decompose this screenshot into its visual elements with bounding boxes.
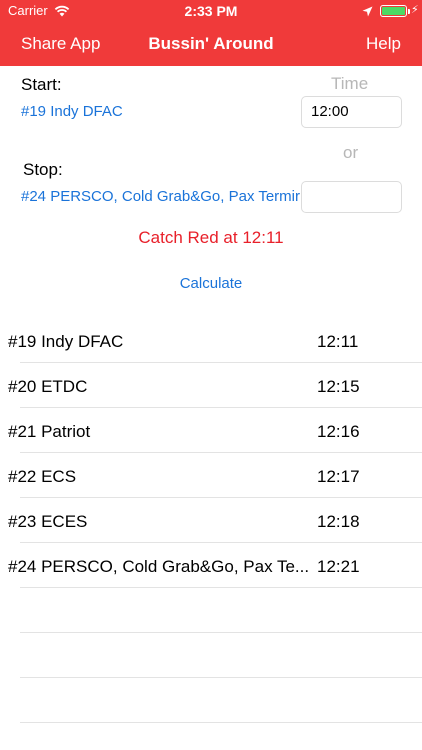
stop-name: #24 PERSCO, Cold Grab&Go, Pax Te... [8, 557, 310, 576]
row-divider [20, 722, 422, 723]
page-title: Bussin' Around [148, 34, 274, 53]
charging-bolt-icon: ⚡ [411, 4, 419, 16]
arrival-time: 12:15 [317, 377, 360, 396]
location-arrow-icon [362, 4, 373, 20]
catch-bus-message: Catch Red at 12:11 [138, 228, 284, 247]
stop-name: #20 ETDC [8, 377, 88, 396]
stop-name: #22 ECS [8, 467, 77, 486]
battery-tip [408, 9, 410, 14]
stop-selector[interactable]: #24 PERSCO, Cold Grab&Go, Pax Termir [21, 188, 302, 205]
table-row[interactable]: #22 ECS 12:17 [0, 453, 422, 498]
arrival-time: 12:21 [317, 557, 360, 576]
table-row[interactable]: #24 PERSCO, Cold Grab&Go, Pax Te... 12:2… [0, 543, 422, 588]
stop-name: #23 ECES [8, 512, 88, 531]
table-row [0, 678, 422, 723]
arrival-time: 12:11 [317, 332, 359, 351]
start-stop-selector[interactable]: #19 Indy DFAC [21, 103, 291, 120]
or-label: or [343, 143, 359, 162]
stop-label: Stop: [23, 160, 63, 179]
help-button[interactable]: Help [366, 34, 401, 54]
share-app-button[interactable]: Share App [21, 34, 100, 54]
status-bar: Carrier 2:33 PM ⚡ [0, 0, 422, 22]
schedule-table: #19 Indy DFAC 12:11 #20 ETDC 12:15 #21 P… [0, 318, 422, 723]
table-row [0, 588, 422, 633]
stop-name: #21 Patriot [8, 422, 91, 441]
clock: 2:33 PM [184, 3, 238, 19]
battery-icon [380, 5, 407, 17]
table-row[interactable]: #23 ECES 12:18 [0, 498, 422, 543]
table-row[interactable]: #20 ETDC 12:15 [0, 363, 422, 408]
arrival-time: 12:17 [317, 467, 360, 486]
arrival-time: 12:16 [317, 422, 360, 441]
navigation-bar: Carrier 2:33 PM ⚡ Share App Bussin' Arou… [0, 0, 422, 66]
stop-name: #19 Indy DFAC [8, 332, 124, 351]
stop-time-field[interactable] [301, 181, 402, 213]
table-row [0, 633, 422, 678]
table-row[interactable]: #19 Indy DFAC 12:11 [0, 318, 422, 363]
table-row[interactable]: #21 Patriot 12:16 [0, 408, 422, 453]
start-label: Start: [21, 75, 62, 94]
arrival-time: 12:18 [317, 512, 360, 531]
calculate-button[interactable]: Calculate [180, 275, 243, 292]
battery-level [382, 7, 405, 15]
start-time-field[interactable]: 12:00 [301, 96, 402, 128]
time-header: Time [331, 74, 369, 93]
